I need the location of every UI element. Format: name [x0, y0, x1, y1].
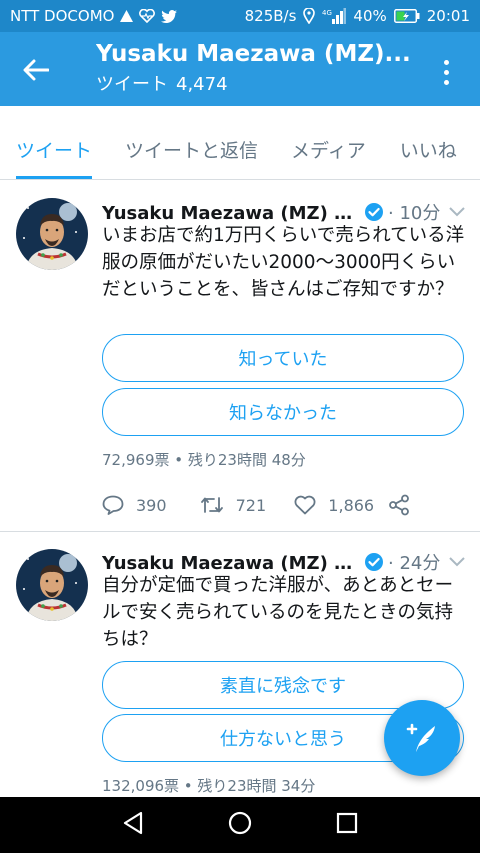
compose-icon: [406, 723, 435, 752]
compose-tweet-button[interactable]: [384, 700, 460, 776]
verified-icon: [364, 202, 384, 222]
profile-title-block: Yusaku Maezawa (MZ)... ツイート 4,474: [96, 41, 426, 96]
cell-signal-icon: 4G: [322, 8, 347, 24]
verified-icon: [364, 552, 384, 572]
clock: 20:01: [426, 7, 470, 25]
battery-percent: 40%: [353, 7, 387, 25]
tweet-text: いまお店で約1万円くらいで売られている洋服の原価がだいたい2000〜3000円く…: [102, 225, 465, 300]
profile-tabs: ツイート ツイートと返信 メディア いいね: [0, 106, 480, 180]
back-button[interactable]: [16, 50, 56, 90]
twitter-bird-icon: [161, 9, 178, 23]
profile-subtitle: ツイート 4,474: [96, 70, 426, 96]
like-count: 1,866: [328, 495, 375, 515]
nav-home-button[interactable]: [228, 811, 252, 839]
tab-tweets[interactable]: ツイート: [16, 106, 93, 179]
nav-back-button[interactable]: [122, 811, 144, 839]
chevron-down-icon: [449, 557, 465, 567]
like-icon: [294, 495, 316, 515]
tweet-count-label: ツイート: [96, 74, 168, 95]
tab-tweets-and-replies[interactable]: ツイートと返信: [125, 106, 258, 179]
avatar[interactable]: [16, 549, 88, 621]
status-bar: NTT DOCOMO 825B/s 4G 40% 20:01: [0, 0, 480, 32]
tweet-menu-button[interactable]: [446, 552, 468, 572]
more-vert-icon-dot: [443, 79, 449, 85]
avatar[interactable]: [16, 198, 88, 270]
signal-triangle-icon: [120, 10, 134, 22]
like-button[interactable]: 1,866: [294, 495, 388, 515]
share-button[interactable]: [388, 494, 422, 516]
location-icon: [303, 8, 316, 24]
poll-meta: 72,969票 • 残り23時間 48分: [102, 451, 306, 469]
tweet-item[interactable]: Yusaku Maezawa (MZ) 前... · 10分 いまお店で約1万円…: [0, 180, 480, 532]
more-vert-icon: [443, 59, 449, 65]
tab-media[interactable]: メディア: [291, 106, 366, 179]
reply-count: 390: [136, 495, 167, 515]
share-icon: [389, 494, 409, 516]
back-arrow-icon: [23, 59, 49, 81]
status-left: NTT DOCOMO: [10, 7, 178, 25]
retweet-icon: [200, 497, 223, 513]
network-speed: 825B/s: [244, 7, 297, 25]
battery-charging-icon: [393, 9, 420, 23]
svg-text:4G: 4G: [322, 9, 332, 17]
tab-likes[interactable]: いいね: [400, 106, 457, 179]
poll-choice-button[interactable]: 知らなかった: [102, 388, 464, 436]
tweet-count: 4,474: [176, 74, 228, 95]
chevron-down-icon: [449, 207, 465, 217]
reply-button[interactable]: 390: [102, 495, 200, 515]
retweet-button[interactable]: 721: [200, 495, 295, 515]
app-bar: Yusaku Maezawa (MZ)... ツイート 4,474: [0, 32, 480, 106]
nav-recents-icon: [336, 812, 358, 834]
tweet-menu-button[interactable]: [446, 202, 468, 222]
profile-title: Yusaku Maezawa (MZ)...: [96, 41, 411, 67]
nav-back-icon: [123, 811, 143, 835]
retweet-count: 721: [235, 495, 267, 515]
reply-icon: [102, 495, 124, 515]
nav-recents-button[interactable]: [336, 812, 358, 838]
tweet-actions: 390 721 1,866: [102, 490, 422, 520]
nav-home-icon: [228, 811, 252, 835]
tweet-text: 自分が定価で買った洋服が、あとあとセールで安く売られているのを見たときの気持ちは…: [102, 575, 454, 650]
poll-meta: 132,096票 • 残り23時間 34分: [102, 777, 316, 795]
health-heart-icon: [139, 9, 156, 23]
poll-choice-button[interactable]: 知っていた: [102, 334, 464, 382]
carrier-label: NTT DOCOMO: [10, 7, 115, 25]
status-right: 825B/s 4G 40% 20:01: [245, 7, 470, 25]
more-options-button[interactable]: [432, 52, 460, 92]
system-nav-bar: [0, 797, 480, 853]
more-vert-icon-dot: [443, 69, 449, 75]
